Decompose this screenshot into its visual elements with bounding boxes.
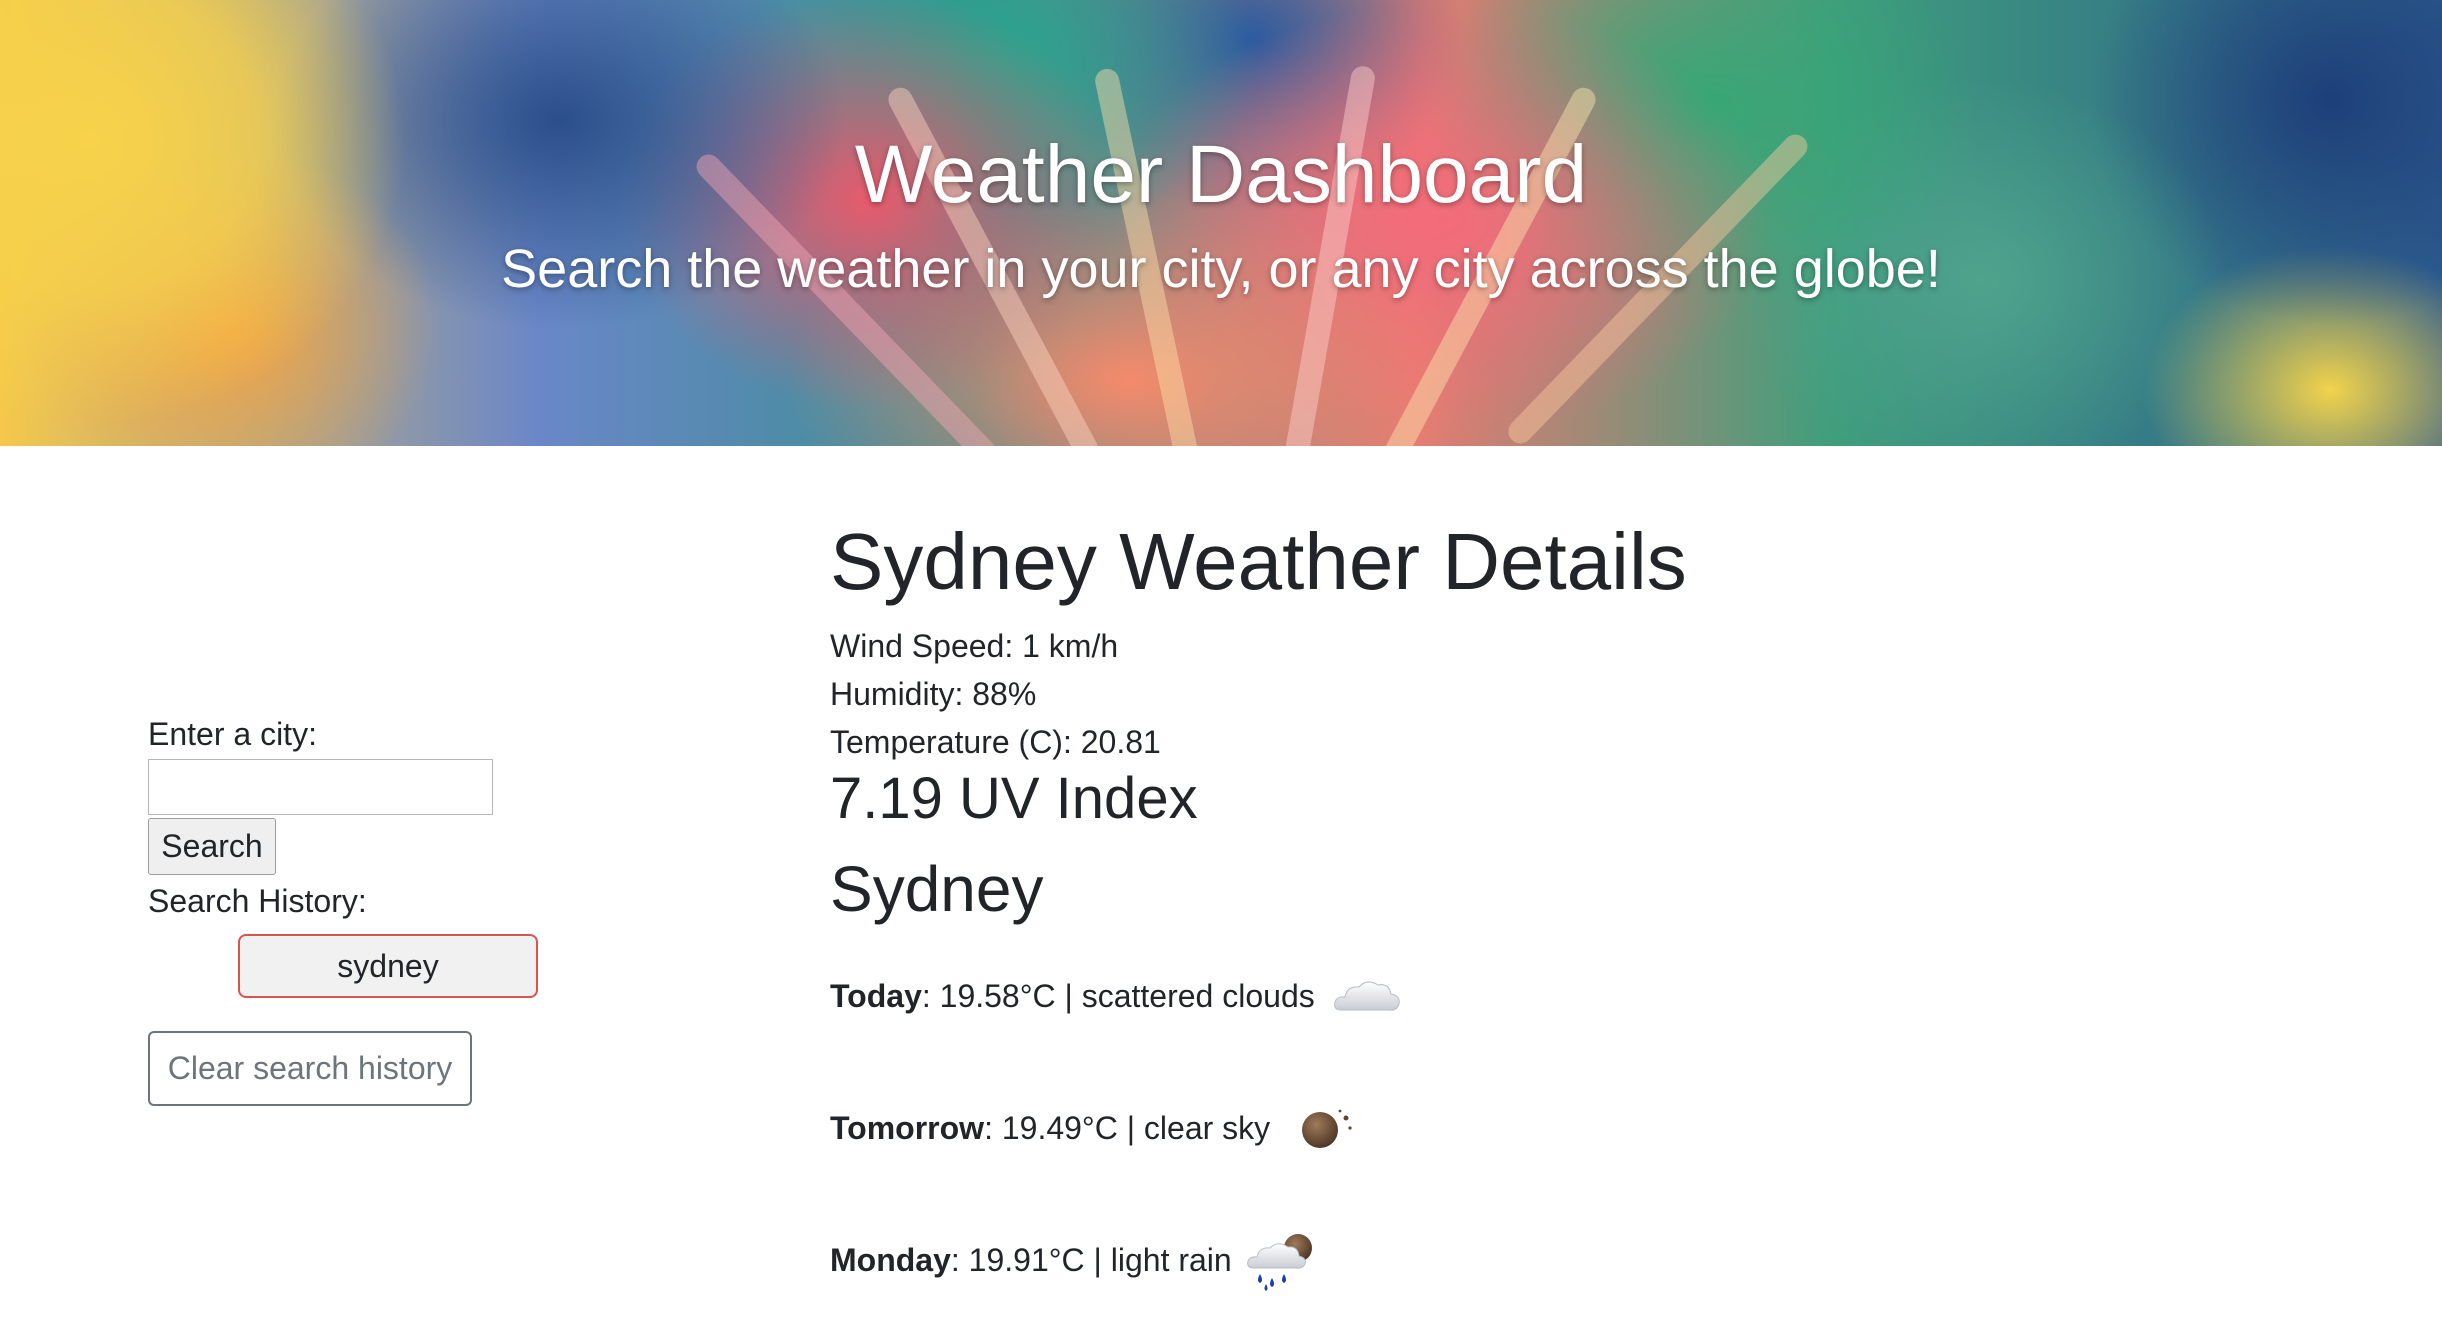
hero-banner: Weather Dashboard Search the weather in …	[0, 0, 2442, 446]
rain-icon	[1242, 1230, 1314, 1291]
forecast-summary: : 19.91°C | light rain	[950, 1242, 1232, 1278]
page-subtitle: Search the weather in your city, or any …	[501, 239, 1941, 299]
search-history-label: Search History:	[148, 883, 367, 919]
uv-index: 7.19 UV Index	[830, 766, 1198, 831]
search-history-item[interactable]: sydney	[238, 934, 538, 998]
city-heading: Sydney	[830, 853, 1044, 925]
city-input-label: Enter a city:	[148, 716, 317, 752]
clear-sky-night-icon	[1294, 1098, 1366, 1158]
cloud-icon	[1331, 966, 1403, 1026]
page-title: Weather Dashboard	[854, 129, 1588, 220]
forecast-day: Monday	[830, 1242, 951, 1278]
forecast-item-tomorrow: Tomorrow : 19.49°C | clear sky	[830, 1098, 1366, 1158]
wind-speed: Wind Speed: 1 km/h	[830, 628, 1119, 664]
weather-details-title: Sydney Weather Details	[830, 517, 1687, 606]
forecast-day: Today	[830, 978, 922, 1014]
forecast-item-today: Today : 19.58°C | scattered clouds	[830, 966, 1403, 1026]
clear-history-button[interactable]: Clear search history	[148, 1031, 472, 1106]
forecast-item-monday: Monday : 19.91°C | light rain	[830, 1230, 1314, 1291]
forecast-summary: : 19.49°C | clear sky	[984, 1110, 1271, 1146]
city-input[interactable]	[148, 759, 493, 815]
forecast-summary: : 19.58°C | scattered clouds	[921, 978, 1315, 1014]
humidity: Humidity: 88%	[830, 676, 1037, 712]
forecast-day: Tomorrow	[830, 1110, 985, 1146]
temperature: Temperature (C): 20.81	[830, 724, 1161, 760]
search-button[interactable]: Search	[148, 818, 276, 875]
